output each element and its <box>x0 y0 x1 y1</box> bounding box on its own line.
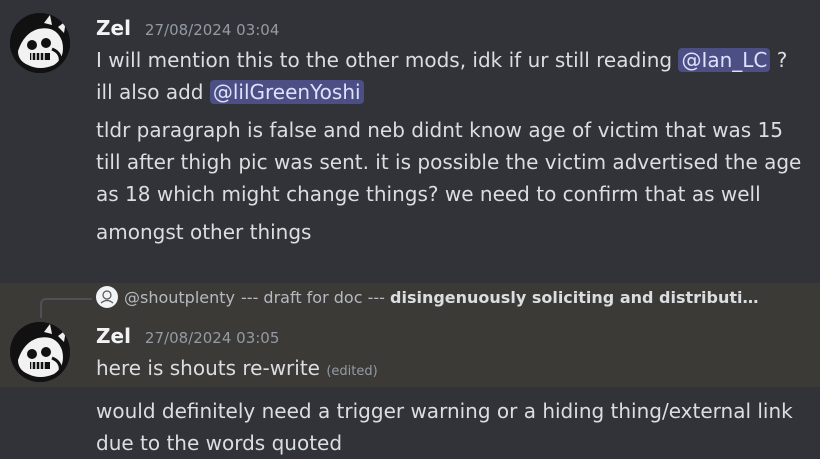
user-avatar-icon <box>10 13 70 73</box>
reply-content[interactable]: --- draft for doc --- disingenuously sol… <box>241 288 758 307</box>
message-line-text: ill also add <box>96 80 204 104</box>
reply-avatar-icon[interactable] <box>96 286 118 308</box>
reply-content-text: --- draft for doc --- <box>241 287 385 307</box>
message-header: Zel 27/08/2024 03:04 <box>96 16 279 40</box>
reply-avatar-graphic <box>97 287 117 307</box>
message-header: Zel 27/08/2024 03:05 <box>96 324 279 348</box>
timestamp[interactable]: 27/08/2024 03:04 <box>145 21 279 39</box>
message-line-text: here is shouts re-write <box>96 356 320 380</box>
reply-author[interactable]: @shoutplenty <box>124 288 235 307</box>
edited-label[interactable]: (edited) <box>326 364 377 379</box>
message-line-text: ? <box>776 48 788 72</box>
message-text: here is shouts re-write (edited) would d… <box>96 352 806 459</box>
message-line: here is shouts re-write (edited) <box>96 352 806 388</box>
message-text: I will mention this to the other mods, i… <box>96 44 806 248</box>
user-avatar-icon <box>10 322 70 382</box>
username[interactable]: Zel <box>96 16 131 40</box>
mention-ian-lc[interactable]: @Ian_LC <box>678 48 771 72</box>
message-line-text: I will mention this to the other mods, i… <box>96 48 673 72</box>
message-line: I will mention this to the other mods, i… <box>96 44 806 76</box>
reply-content-bold: disingenuously soliciting and distributi… <box>390 287 759 307</box>
message-paragraph: amongst other things <box>96 220 312 244</box>
mention-lilgreenyoshi[interactable]: @lilGreenYoshi <box>209 80 364 104</box>
reply-preview[interactable]: @shoutplenty --- draft for doc --- disin… <box>96 286 808 308</box>
message-paragraph: tldr paragraph is false and neb didnt kn… <box>96 118 802 206</box>
timestamp[interactable]: 27/08/2024 03:05 <box>145 329 279 347</box>
message-paragraph: would definitely need a trigger warning … <box>96 399 793 455</box>
avatar[interactable] <box>10 13 70 73</box>
username[interactable]: Zel <box>96 324 131 348</box>
message-line: ill also add @lilGreenYoshi <box>96 76 806 108</box>
reply-connector <box>40 298 92 318</box>
avatar[interactable] <box>10 322 70 382</box>
message-group-1: Zel 27/08/2024 03:04 I will mention this… <box>0 0 820 256</box>
